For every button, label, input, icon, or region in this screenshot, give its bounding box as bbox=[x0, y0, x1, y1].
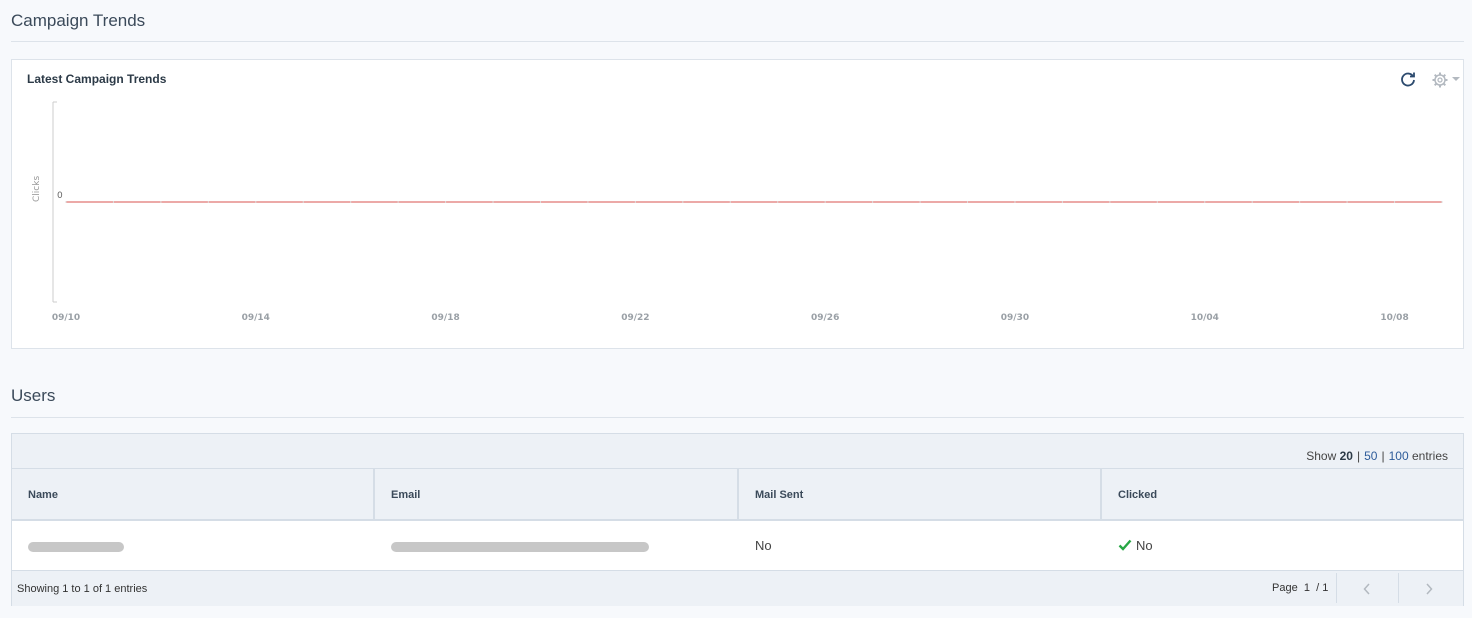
prev-page-button[interactable] bbox=[1336, 573, 1398, 603]
x-tick-label: 10/04 bbox=[1191, 313, 1219, 323]
cell-mail-sent: No bbox=[755, 538, 772, 553]
page-size-selector: Show 20 | 50 | 100 entries bbox=[1306, 449, 1448, 463]
redacted-name bbox=[28, 541, 124, 552]
page-size-20[interactable]: 20 bbox=[1340, 449, 1353, 463]
check-icon bbox=[1118, 522, 1132, 571]
chevron-right-icon bbox=[1426, 583, 1433, 595]
footer-info: Showing 1 to 1 of 1 entries bbox=[17, 583, 148, 595]
x-tick-label: 09/22 bbox=[621, 313, 649, 323]
show-label: Show bbox=[1306, 449, 1337, 463]
chevron-left-icon bbox=[1363, 583, 1370, 595]
redacted-email bbox=[391, 541, 649, 552]
column-header-clicked[interactable]: Clicked bbox=[1102, 469, 1463, 519]
page-size-50[interactable]: 50 bbox=[1364, 449, 1377, 463]
x-tick-label: 09/14 bbox=[242, 313, 270, 323]
table-footer: Showing 1 to 1 of 1 entries Page 1 / 1 bbox=[12, 570, 1463, 606]
table-toolbar: Show 20 | 50 | 100 entries bbox=[12, 434, 1463, 469]
page-current: 1 bbox=[1303, 582, 1310, 594]
cell-clicked: No bbox=[1102, 521, 1463, 570]
x-tick-label: 09/26 bbox=[811, 313, 839, 323]
section-divider bbox=[11, 41, 1464, 42]
table-header: Name Email Mail Sent Clicked bbox=[12, 469, 1463, 521]
column-header-name[interactable]: Name bbox=[12, 469, 375, 519]
chart-panel: Latest Campaign Trends Clicks 0 09/10 09/1… bbox=[11, 59, 1464, 349]
cell-email bbox=[375, 521, 739, 570]
users-table: Show 20 | 50 | 100 entries Name Email Mail S… bbox=[11, 433, 1464, 606]
users-heading: Users bbox=[11, 386, 56, 405]
page-label: Page bbox=[1272, 582, 1298, 594]
separator: | bbox=[1356, 449, 1361, 463]
x-tick-label: 09/10 bbox=[52, 313, 80, 323]
x-tick-label: 09/18 bbox=[431, 313, 459, 323]
separator: | bbox=[1381, 449, 1385, 463]
column-header-email[interactable]: Email bbox=[375, 469, 739, 519]
clicked-value: No bbox=[1136, 538, 1153, 553]
section-divider bbox=[11, 417, 1464, 418]
cell-name bbox=[12, 521, 375, 570]
next-page-button[interactable] bbox=[1398, 573, 1460, 603]
page-total: / 1 bbox=[1316, 582, 1329, 594]
y-tick-label: 0 bbox=[57, 191, 63, 201]
page-size-100[interactable]: 100 bbox=[1389, 449, 1409, 463]
page-indicator: Page 1 / 1 bbox=[1272, 582, 1328, 594]
table-row: No No bbox=[12, 521, 1463, 570]
campaign-trends-heading: Campaign Trends bbox=[11, 11, 146, 30]
x-tick-label: 09/30 bbox=[1001, 313, 1029, 323]
x-tick-label: 10/08 bbox=[1380, 313, 1408, 323]
column-header-mail-sent[interactable]: Mail Sent bbox=[739, 469, 1102, 519]
entries-label: entries bbox=[1411, 449, 1448, 463]
line-chart: 0 09/10 09/14 09/18 09/22 09/26 09/30 10/04 10/0… bbox=[52, 101, 1443, 323]
